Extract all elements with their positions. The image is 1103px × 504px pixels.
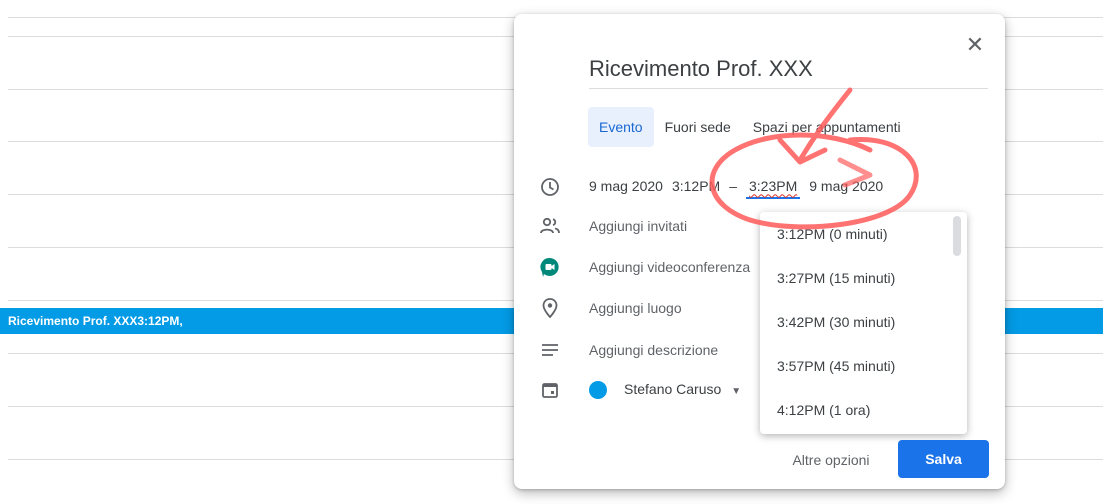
clock-icon xyxy=(539,176,561,198)
calendar-color-dot xyxy=(589,381,607,404)
time-separator: – xyxy=(729,178,737,194)
start-time[interactable]: 3:12PM xyxy=(672,178,720,194)
people-icon xyxy=(539,215,561,237)
time-option[interactable]: 3:27PM (15 minuti) xyxy=(760,256,967,300)
end-time-input[interactable]: 3:23PM xyxy=(746,178,801,199)
datetime-fields: 9 mag 2020 3:12PM – 3:23PM 9 mag 2020 xyxy=(589,174,892,199)
add-video-conference-label: Aggiungi videoconferenza xyxy=(589,259,751,275)
tab-evento[interactable]: Evento xyxy=(588,107,654,147)
time-option[interactable]: 4:12PM (1 ora) xyxy=(760,388,967,432)
add-guests-label: Aggiungi invitati xyxy=(589,218,688,234)
more-options-button[interactable]: Altre opzioni xyxy=(776,442,886,478)
time-option[interactable]: 3:57PM (45 minuti) xyxy=(760,344,967,388)
start-date[interactable]: 9 mag 2020 xyxy=(589,178,663,194)
calendar-owner-select[interactable]: Stefano Caruso ▼ xyxy=(624,381,741,397)
location-pin-icon xyxy=(539,297,561,319)
dropdown-arrow-icon: ▼ xyxy=(731,386,742,397)
end-date[interactable]: 9 mag 2020 xyxy=(809,178,883,194)
event-title-input[interactable]: Ricevimento Prof. XXX xyxy=(589,54,988,89)
event-dialog: ✕ Ricevimento Prof. XXX Evento Fuori sed… xyxy=(514,14,1005,489)
meet-icon xyxy=(539,256,561,278)
dropdown-scrollbar[interactable] xyxy=(953,216,961,256)
add-location-label: Aggiungi luogo xyxy=(589,300,682,316)
time-option[interactable]: 3:42PM (30 minuti) xyxy=(760,300,967,344)
tab-spazi-appuntamenti[interactable]: Spazi per appuntamenti xyxy=(742,107,912,147)
description-icon xyxy=(539,339,561,361)
save-button[interactable]: Salva xyxy=(898,440,989,478)
calendar-icon xyxy=(539,379,561,401)
end-time-dropdown: 3:12PM (0 minuti) 3:27PM (15 minuti) 3:4… xyxy=(760,212,967,434)
event-type-tabs: Evento Fuori sede Spazi per appuntamenti xyxy=(588,107,912,147)
tab-fuori-sede[interactable]: Fuori sede xyxy=(654,107,742,147)
add-description-label: Aggiungi descrizione xyxy=(589,342,719,358)
time-option[interactable]: 3:12PM (0 minuti) xyxy=(760,212,967,256)
calendar-owner-label: Stefano Caruso xyxy=(624,381,722,397)
